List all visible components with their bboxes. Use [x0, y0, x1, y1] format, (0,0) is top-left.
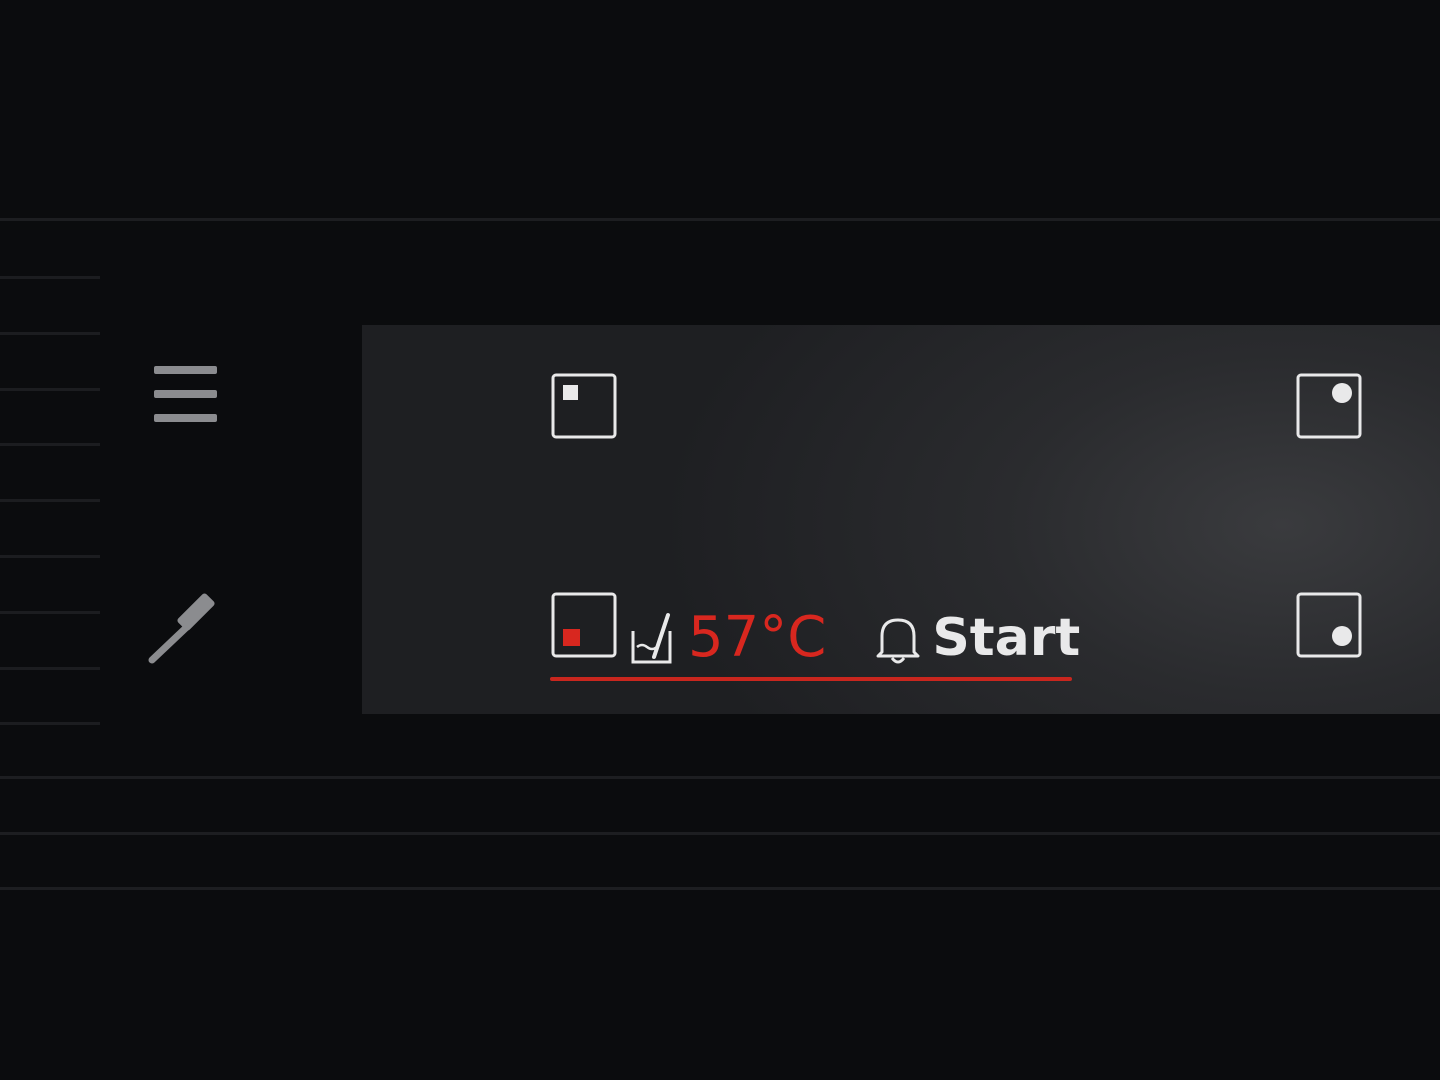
probe-temperature-icon	[630, 611, 674, 665]
status-underline	[550, 677, 1072, 681]
bottom-left-corner-button[interactable]	[551, 592, 617, 658]
food-probe-icon[interactable]	[140, 584, 230, 670]
divider-line	[0, 776, 1440, 779]
probe-temperature-value: 57°C	[688, 605, 827, 670]
square-marker-icon	[563, 629, 580, 646]
top-left-corner-button[interactable]	[551, 373, 617, 439]
square-marker-icon	[563, 385, 578, 400]
display-panel: 57°C Start	[362, 325, 1440, 714]
dot-marker-icon	[1332, 383, 1352, 403]
side-rule	[0, 443, 100, 446]
side-rule	[0, 276, 100, 279]
side-rule	[0, 722, 100, 725]
status-row: 57°C Start	[630, 603, 1080, 673]
top-right-corner-button[interactable]	[1296, 373, 1362, 439]
side-rule	[0, 667, 100, 670]
oven-control-screen: 57°C Start	[0, 0, 1440, 1080]
bell-icon[interactable]	[874, 612, 922, 664]
side-rule	[0, 388, 100, 391]
divider-line	[0, 887, 1440, 890]
side-rule	[0, 332, 100, 335]
dot-marker-icon	[1332, 626, 1352, 646]
bottom-right-corner-button[interactable]	[1296, 592, 1362, 658]
start-button[interactable]: Start	[932, 603, 1080, 673]
side-rule	[0, 611, 100, 614]
divider-line	[0, 832, 1440, 835]
divider-line	[0, 218, 1440, 221]
side-rule	[0, 499, 100, 502]
hamburger-menu-icon[interactable]	[154, 366, 218, 426]
side-rule	[0, 555, 100, 558]
